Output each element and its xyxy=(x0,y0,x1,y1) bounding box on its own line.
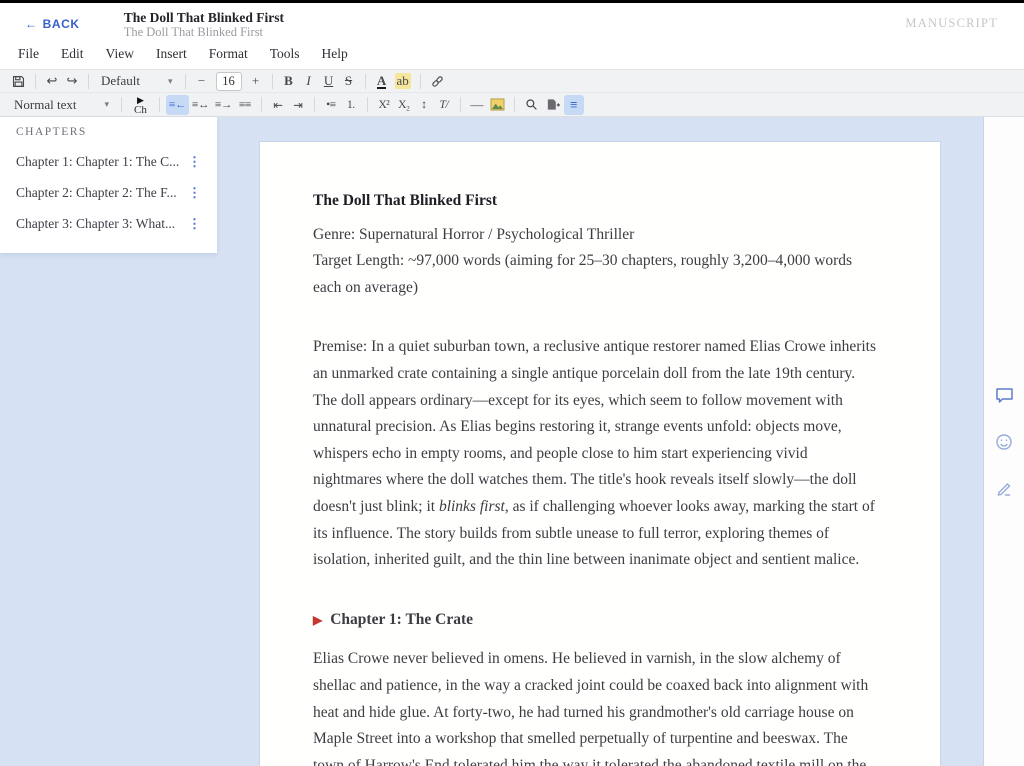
chapter-1-paragraph: Elias Crowe never believed in omens. He … xyxy=(313,646,880,766)
back-label: BACK xyxy=(43,17,80,31)
chapter-1-heading: ▶Chapter 1: The Crate xyxy=(313,607,880,634)
toolbar-separator xyxy=(365,74,366,89)
toolbar-separator xyxy=(514,97,515,112)
menu-tools[interactable]: Tools xyxy=(270,46,300,62)
line-spacing-button[interactable]: ↕ xyxy=(414,95,434,115)
superscript-button[interactable]: X² xyxy=(374,95,394,115)
menu-format[interactable]: Format xyxy=(209,46,248,62)
align-right-button[interactable]: ≡→ xyxy=(212,95,235,115)
align-left-button[interactable]: ≡← xyxy=(166,95,189,115)
manuscript-title: The Doll That Blinked First xyxy=(313,188,880,215)
paragraph-toolbar: Normal text ▾ ▶ Ch ≡← ≡↔ ≡→ ≡≡ ⇤ ⇥ •≡ 1.… xyxy=(0,93,1024,117)
toolbar-separator xyxy=(159,97,160,112)
back-button[interactable]: ← BACK xyxy=(25,17,80,31)
chapter-item-label: Chapter 3: Chapter 3: What... xyxy=(16,216,184,232)
editor-canvas: CHAPTERS Chapter 1: Chapter 1: The C... … xyxy=(0,117,1024,766)
play-icon: ▶ xyxy=(137,95,144,105)
font-size-value[interactable]: 16 xyxy=(216,72,242,91)
align-center-button[interactable]: ≡↔ xyxy=(189,95,212,115)
app-header: ← BACK The Doll That Blinked First The D… xyxy=(0,3,1024,40)
comment-icon[interactable] xyxy=(995,387,1014,409)
genre-line: Genre: Supernatural Horror / Psychologic… xyxy=(313,222,880,249)
toolbar-separator xyxy=(272,74,273,89)
toolbar-separator xyxy=(88,74,89,89)
paste-special-icon[interactable] xyxy=(542,95,564,115)
chapter-item-label: Chapter 2: Chapter 2: The F... xyxy=(16,185,184,201)
insert-chapter-button[interactable]: ▶ Ch xyxy=(128,93,153,117)
toolbar-separator xyxy=(261,97,262,112)
paragraph-style-value: Normal text xyxy=(14,97,76,113)
redo-icon[interactable]: ↪ xyxy=(62,71,82,91)
menu-insert[interactable]: Insert xyxy=(156,46,187,62)
numbered-list-button[interactable]: 1. xyxy=(341,95,361,115)
menu-file[interactable]: File xyxy=(18,46,39,62)
menu-help[interactable]: Help xyxy=(322,46,348,62)
kebab-menu-icon[interactable]: ⋮ xyxy=(184,154,205,170)
search-icon[interactable] xyxy=(521,95,542,115)
italic-button[interactable]: I xyxy=(299,71,319,91)
clear-formatting-button[interactable]: T/ xyxy=(434,95,454,115)
menu-bar: File Edit View Insert Format Tools Help xyxy=(0,40,1024,69)
emoji-icon[interactable] xyxy=(995,433,1013,456)
sidebar-item-chapter-1[interactable]: Chapter 1: Chapter 1: The C... ⋮ xyxy=(0,146,217,177)
back-arrow-icon: ← xyxy=(25,17,38,31)
indent-decrease-button[interactable]: ⇤ xyxy=(268,95,288,115)
subscript-button[interactable]: X₂ xyxy=(394,95,414,115)
chevron-down-icon: ▾ xyxy=(168,76,173,87)
menu-view[interactable]: View xyxy=(106,46,134,62)
document-title-block: The Doll That Blinked First The Doll Tha… xyxy=(124,10,284,40)
save-icon[interactable] xyxy=(8,71,29,91)
premise-italic-phrase: blinks first xyxy=(439,498,505,515)
kebab-menu-icon[interactable]: ⋮ xyxy=(184,185,205,201)
horizontal-rule-button[interactable]: — xyxy=(467,95,487,115)
text-color-button[interactable]: A xyxy=(377,74,386,89)
toolbar-separator xyxy=(314,97,315,112)
font-family-value: Default xyxy=(101,73,140,89)
link-icon[interactable] xyxy=(427,71,448,91)
toolbar-separator xyxy=(460,97,461,112)
premise-paragraph: Premise: In a quiet suburban town, a rec… xyxy=(313,334,880,573)
kebab-menu-icon[interactable]: ⋮ xyxy=(184,216,205,232)
undo-icon[interactable]: ↩ xyxy=(42,71,62,91)
toolbar-separator xyxy=(35,74,36,89)
toolbar-separator xyxy=(367,97,368,112)
font-size-increase-button[interactable]: + xyxy=(246,71,266,91)
annotation-rail xyxy=(983,117,1024,766)
highlight-button[interactable]: ab xyxy=(395,73,411,89)
bold-button[interactable]: B xyxy=(279,71,299,91)
bullet-list-button[interactable]: •≡ xyxy=(321,95,341,115)
chapter-marker-icon[interactable]: ▶ xyxy=(313,613,322,627)
chapters-heading: CHAPTERS xyxy=(0,126,217,138)
document-title: The Doll That Blinked First xyxy=(124,10,284,25)
toolbar-separator xyxy=(121,97,122,112)
chapters-sidebar: CHAPTERS Chapter 1: Chapter 1: The C... … xyxy=(0,117,217,253)
indent-increase-button[interactable]: ⇥ xyxy=(288,95,308,115)
font-family-select[interactable]: Default ▾ xyxy=(95,71,179,91)
document-subtitle: The Doll That Blinked First xyxy=(124,25,284,40)
manuscript-page[interactable]: The Doll That Blinked First Genre: Super… xyxy=(260,142,940,766)
align-justify-button[interactable]: ≡≡ xyxy=(235,95,255,115)
manuscript-mode-label: MANUSCRIPT xyxy=(905,16,998,31)
formatting-toolbar: ↩ ↪ Default ▾ − 16 + B I U S A ab xyxy=(0,69,1024,93)
menu-edit[interactable]: Edit xyxy=(61,46,84,62)
toolbar-separator xyxy=(185,74,186,89)
suggest-edit-icon[interactable] xyxy=(995,480,1013,503)
strikethrough-button[interactable]: S xyxy=(339,71,359,91)
focus-mode-button[interactable]: ≡ xyxy=(564,95,584,115)
sidebar-item-chapter-2[interactable]: Chapter 2: Chapter 2: The F... ⋮ xyxy=(0,177,217,208)
target-length-line: Target Length: ~97,000 words (aiming for… xyxy=(313,248,880,301)
insert-image-icon[interactable] xyxy=(487,95,508,115)
chapter-item-label: Chapter 1: Chapter 1: The C... xyxy=(16,154,184,170)
chapter-button-label: Ch xyxy=(134,105,147,115)
underline-button[interactable]: U xyxy=(319,71,339,91)
chevron-down-icon: ▾ xyxy=(104,99,109,110)
sidebar-item-chapter-3[interactable]: Chapter 3: Chapter 3: What... ⋮ xyxy=(0,208,217,239)
paragraph-style-select[interactable]: Normal text ▾ xyxy=(8,95,115,115)
font-size-decrease-button[interactable]: − xyxy=(192,71,212,91)
toolbar-separator xyxy=(420,74,421,89)
